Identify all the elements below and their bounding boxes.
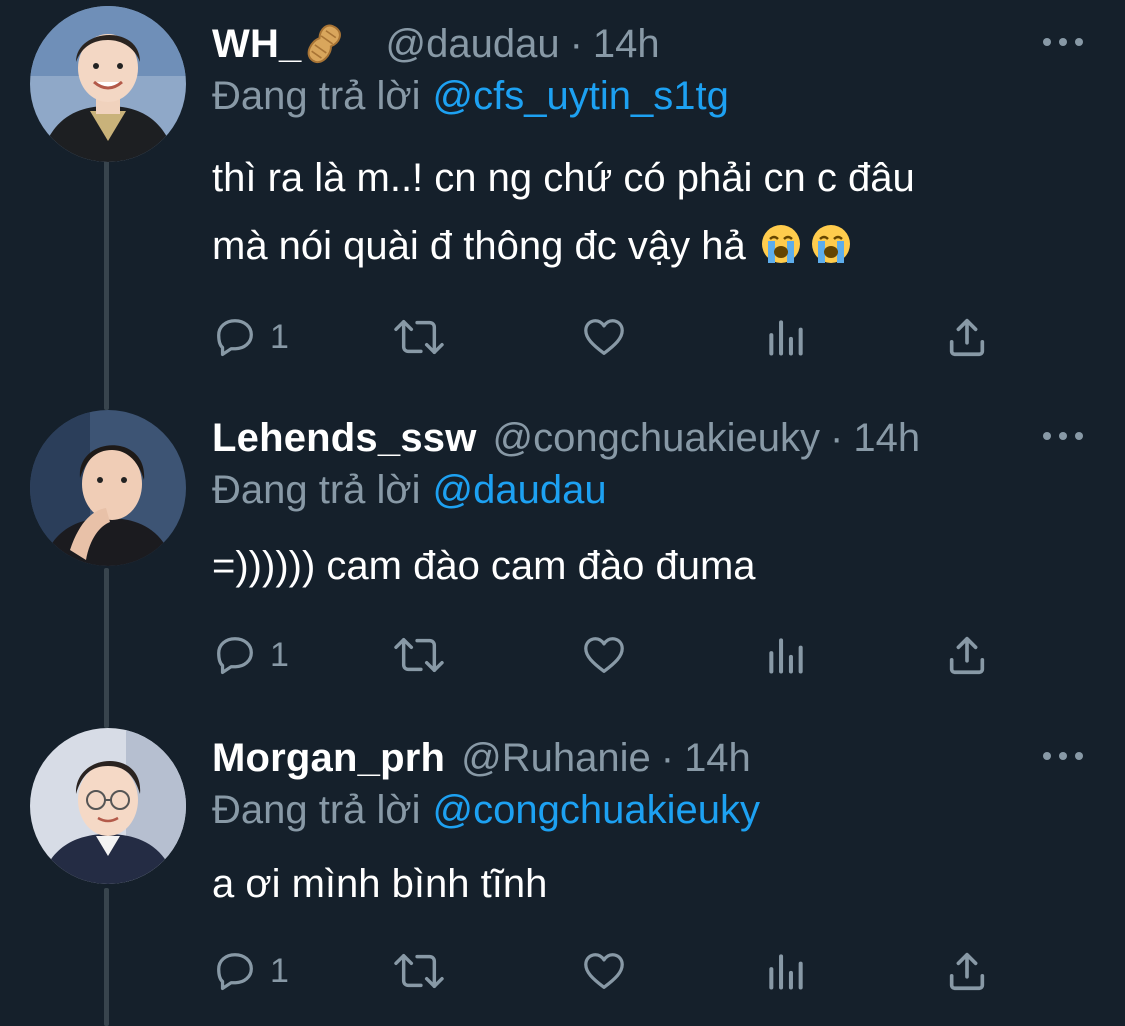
retweet-icon	[394, 319, 444, 355]
display-name[interactable]: Morgan_prh	[212, 736, 445, 781]
analytics-icon	[769, 954, 803, 990]
like-button[interactable]	[580, 946, 628, 996]
separator-dot: ·	[569, 21, 583, 66]
reply-button[interactable]: 1	[212, 312, 289, 362]
analytics-icon	[769, 638, 803, 674]
share-button[interactable]	[944, 946, 990, 996]
timestamp[interactable]: 14h	[593, 22, 660, 67]
timestamp[interactable]: 14h	[684, 736, 751, 781]
tweet-header: Morgan_prh @Ruhanie · 14h	[212, 728, 751, 788]
heart-icon	[584, 953, 624, 989]
share-icon	[949, 318, 985, 357]
thread-connector-line	[104, 568, 109, 728]
tweet-text: thì ra là m..! cn ng chứ có phải cn c đâ…	[212, 144, 1072, 280]
tweet-text-line: thì ra là m..! cn ng chứ có phải cn c đâ…	[212, 156, 915, 200]
replying-to-label: Đang trả lời	[212, 74, 421, 118]
share-icon	[949, 636, 985, 675]
heart-icon	[584, 319, 624, 355]
reply-button[interactable]: 1	[212, 946, 289, 996]
user-handle[interactable]: @congchuakieuky	[493, 416, 820, 461]
more-options-icon[interactable]	[1043, 746, 1083, 766]
tweet-text-line-with-emojis: mà nói quài đ thông đc vậy hả	[212, 212, 1072, 280]
replying-to-label: Đang trả lời	[212, 468, 421, 512]
separator-dot: ·	[830, 415, 844, 460]
tweet-text: a ơi mình bình tĩnh	[212, 850, 1072, 918]
thread-connector-line	[104, 160, 109, 410]
retweet-button[interactable]	[392, 312, 446, 362]
loudly-crying-face-emoji-icon	[810, 218, 852, 263]
retweet-icon	[394, 637, 444, 673]
reply-mention-link[interactable]: @cfs_uytin_s1tg	[433, 74, 729, 118]
tweet-text-line: =)))))) cam đào cam đào đuma	[212, 544, 756, 588]
tweet-header: WH_ @daudau · 14h	[212, 14, 660, 74]
avatar[interactable]	[30, 6, 186, 162]
reply-count: 1	[270, 951, 289, 990]
replying-to-label: Đang trả lời	[212, 788, 421, 832]
analytics-button[interactable]	[764, 630, 808, 680]
display-name[interactable]: WH_	[212, 22, 302, 67]
share-icon	[949, 952, 985, 991]
tweet-actions: 1	[212, 630, 1012, 680]
retweet-button[interactable]	[392, 946, 446, 996]
analytics-icon	[769, 320, 803, 356]
display-name[interactable]: Lehends_ssw	[212, 416, 477, 461]
tweet-text-line: a ơi mình bình tĩnh	[212, 862, 548, 906]
reply-count: 1	[270, 317, 289, 356]
thread-connector-line	[104, 888, 109, 1026]
share-button[interactable]	[944, 312, 990, 362]
more-options-icon[interactable]	[1043, 32, 1083, 52]
peanut-emoji-icon	[304, 22, 344, 66]
like-button[interactable]	[580, 312, 628, 362]
heart-icon	[584, 637, 624, 673]
analytics-button[interactable]	[764, 946, 808, 996]
replying-to: Đang trả lời @congchuakieuky	[212, 788, 760, 833]
tweet-actions: 1	[212, 946, 1012, 996]
like-button[interactable]	[580, 630, 628, 680]
reply-count: 1	[270, 635, 289, 674]
retweet-button[interactable]	[392, 630, 446, 680]
avatar[interactable]	[30, 410, 186, 566]
reply-mention-link[interactable]: @daudau	[433, 468, 607, 512]
reply-mention-link[interactable]: @congchuakieuky	[433, 788, 760, 832]
replying-to: Đang trả lời @cfs_uytin_s1tg	[212, 74, 729, 119]
tweet-text: =)))))) cam đào cam đào đuma	[212, 532, 1072, 600]
analytics-button[interactable]	[764, 312, 808, 362]
user-handle[interactable]: @daudau	[386, 22, 560, 67]
tweet-text-line: mà nói quài đ thông đc vậy hả	[212, 224, 746, 268]
avatar[interactable]	[30, 728, 186, 884]
user-handle[interactable]: @Ruhanie	[461, 736, 651, 781]
timestamp[interactable]: 14h	[853, 416, 920, 461]
reply-button[interactable]: 1	[212, 630, 289, 680]
tweet-header: Lehends_ssw @congchuakieuky · 14h	[212, 408, 920, 468]
reply-icon	[217, 319, 253, 357]
tweet-actions: 1	[212, 312, 1012, 362]
reply-icon	[217, 953, 253, 991]
separator-dot: ·	[660, 735, 675, 780]
reply-icon	[217, 637, 253, 675]
more-options-icon[interactable]	[1043, 426, 1083, 446]
share-button[interactable]	[944, 630, 990, 680]
reply-thread: WH_ @daudau · 14h Đang trả lời @cfs_uytin…	[0, 0, 1125, 1026]
loudly-crying-face-emoji-icon	[760, 218, 802, 263]
retweet-icon	[394, 953, 444, 989]
replying-to: Đang trả lời @daudau	[212, 468, 607, 513]
